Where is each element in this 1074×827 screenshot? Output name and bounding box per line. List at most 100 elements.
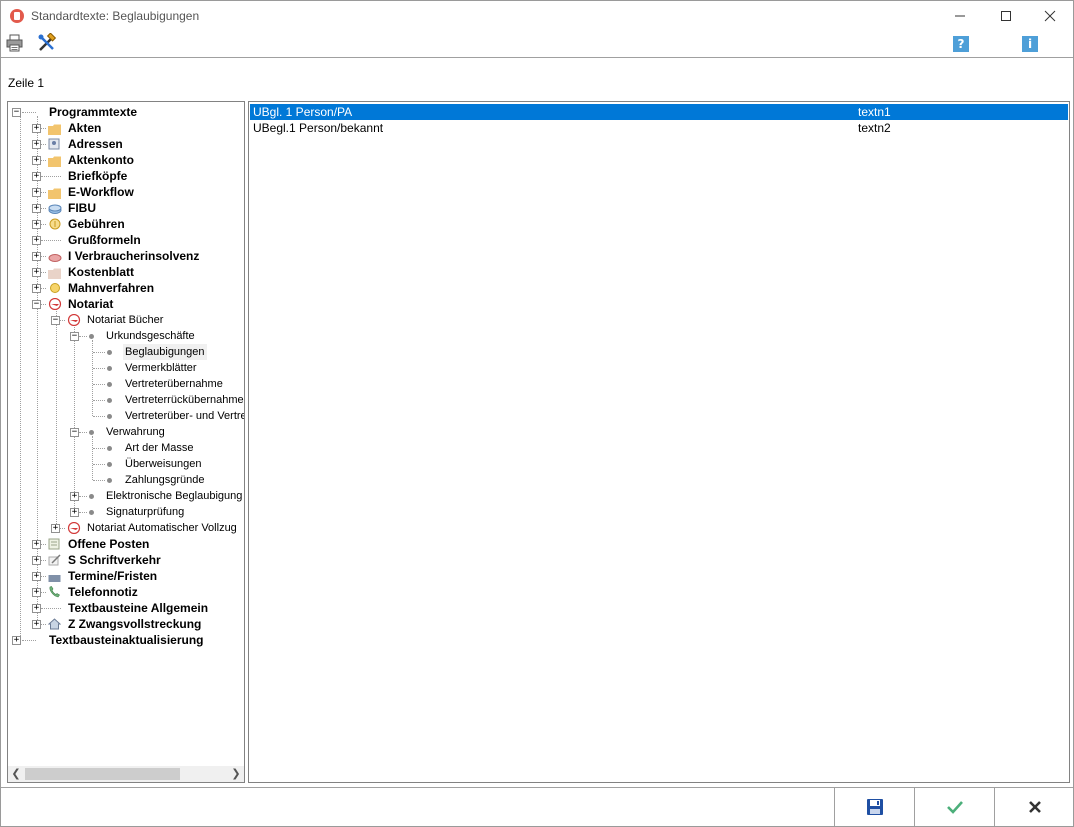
expand-toggle[interactable]: +: [32, 252, 41, 261]
tree-node-zahlungsgruende[interactable]: Zahlungsgründe: [8, 472, 244, 488]
tree-node-e-workflow[interactable]: + E-Workflow: [8, 184, 244, 200]
tree-node-textbausteine-allgemein[interactable]: + Textbausteine Allgemein: [8, 600, 244, 616]
tree-connector: [41, 272, 46, 273]
tree-node-vertreterueber-und-vertret[interactable]: Vertreterüber- und Vertret: [8, 408, 244, 424]
tree-node-label: Mahnverfahren: [68, 281, 155, 295]
tree-horizontal-scrollbar[interactable]: ❮ ❯: [8, 766, 244, 782]
tree-node-notariat[interactable]: − Notariat: [8, 296, 244, 312]
expand-toggle[interactable]: +: [12, 636, 21, 645]
phone-icon: [48, 586, 61, 598]
text-list[interactable]: UBgl. 1 Person/PA textn1 UBegl.1 Person/…: [248, 101, 1070, 783]
minimize-button[interactable]: [937, 1, 983, 31]
expand-toggle[interactable]: +: [32, 556, 41, 565]
expand-toggle[interactable]: +: [32, 588, 41, 597]
scrollbar-thumb[interactable]: [25, 768, 180, 780]
tree-node-label: Beglaubigungen: [123, 344, 207, 360]
category-tree[interactable]: − Programmtexte + Akten + Adressen + Akt…: [7, 101, 245, 783]
tree-node-urkundsgeschaefte[interactable]: − Urkundsgeschäfte: [8, 328, 244, 344]
tree-connector: [41, 624, 46, 625]
tree-connector: [93, 480, 105, 481]
expand-toggle[interactable]: +: [32, 604, 41, 613]
tree-node-mahnverfahren[interactable]: + Mahnverfahren: [8, 280, 244, 296]
tree-node-zwangsvollstreckung[interactable]: + Z Zwangsvollstreckung: [8, 616, 244, 632]
expand-toggle[interactable]: +: [32, 140, 41, 149]
confirm-button[interactable]: [914, 788, 994, 826]
expand-toggle[interactable]: +: [32, 284, 41, 293]
expand-toggle[interactable]: +: [32, 124, 41, 133]
tree-connector: [79, 432, 87, 433]
expand-toggle[interactable]: +: [32, 156, 41, 165]
maximize-button[interactable]: [983, 1, 1029, 31]
tree-node-notariat-automatischer-vollzug[interactable]: + Notariat Automatischer Vollzug: [8, 520, 244, 536]
expand-toggle[interactable]: +: [32, 220, 41, 229]
scroll-right-arrow[interactable]: ❯: [228, 766, 244, 782]
expand-toggle[interactable]: +: [32, 204, 41, 213]
expand-toggle[interactable]: +: [32, 172, 41, 181]
collapse-toggle[interactable]: −: [70, 428, 79, 437]
expand-toggle[interactable]: +: [32, 620, 41, 629]
tree-node-art-der-masse[interactable]: Art der Masse: [8, 440, 244, 456]
close-button[interactable]: [1027, 1, 1073, 31]
expand-toggle[interactable]: +: [51, 524, 60, 533]
tree-node-vermerkblaetter[interactable]: Vermerkblätter: [8, 360, 244, 376]
tree-node-adressen[interactable]: + Adressen: [8, 136, 244, 152]
save-button[interactable]: [834, 788, 914, 826]
tree-node-gebuehren[interactable]: + Gebühren: [8, 216, 244, 232]
tree-node-vertreteruebernahme[interactable]: Vertreterübernahme: [8, 376, 244, 392]
expand-toggle[interactable]: +: [70, 492, 79, 501]
expand-toggle[interactable]: +: [32, 236, 41, 245]
tree-connector: [41, 176, 61, 177]
tree-node-elektronische-beglaubigung[interactable]: + Elektronische Beglaubigung: [8, 488, 244, 504]
bullet-icon: [107, 350, 112, 355]
tree-node-offene-posten[interactable]: + Offene Posten: [8, 536, 244, 552]
tree-node-verwahrung[interactable]: − Verwahrung: [8, 424, 244, 440]
tree-node-label: Aktenkonto: [68, 153, 134, 167]
cancel-button[interactable]: [994, 788, 1074, 826]
save-icon: [866, 799, 883, 815]
tree-node-telefonnotiz[interactable]: + Telefonnotiz: [8, 584, 244, 600]
ledger-icon: [48, 538, 61, 550]
list-item[interactable]: UBgl. 1 Person/PA textn1: [250, 104, 1068, 120]
tree-node-aktenkonto[interactable]: + Aktenkonto: [8, 152, 244, 168]
collapse-toggle[interactable]: −: [32, 300, 41, 309]
tree-node-label: Z Zwangsvollstreckung: [68, 617, 202, 631]
tree-node-briefkoepfe[interactable]: + Briefköpfe: [8, 168, 244, 184]
folder-icon: [48, 267, 61, 279]
collapse-toggle[interactable]: −: [51, 316, 60, 325]
tree-node-signaturpruefung[interactable]: + Signaturprüfung: [8, 504, 244, 520]
tree-node-schriftverkehr[interactable]: + S Schriftverkehr: [8, 552, 244, 568]
expand-toggle[interactable]: +: [32, 540, 41, 549]
expand-toggle[interactable]: +: [32, 188, 41, 197]
tree-node-vertreterrueckuebernahme[interactable]: Vertreterrückübernahme: [8, 392, 244, 408]
tree-node-kostenblatt[interactable]: + Kostenblatt: [8, 264, 244, 280]
tree-connector: [41, 544, 46, 545]
scroll-left-arrow[interactable]: ❮: [8, 766, 24, 782]
tree-node-beglaubigungen[interactable]: Beglaubigungen: [8, 344, 244, 360]
tree-node-verbraucherinsolvenz[interactable]: + I Verbraucherinsolvenz: [8, 248, 244, 264]
tree-connector: [60, 320, 65, 321]
info-icon[interactable]: i: [1022, 36, 1038, 52]
tree-node-akten[interactable]: + Akten: [8, 120, 244, 136]
expand-toggle[interactable]: +: [32, 572, 41, 581]
help-icon[interactable]: ?: [953, 36, 969, 52]
tools-button[interactable]: [37, 32, 57, 53]
tree-node-label: I Verbraucherinsolvenz: [68, 249, 200, 263]
tree-node-label: Vertreterüber- und Vertret: [125, 410, 244, 422]
tree-connector: [93, 352, 105, 353]
tree-node-ueberweisungen[interactable]: Überweisungen: [8, 456, 244, 472]
expand-toggle[interactable]: +: [32, 268, 41, 277]
tree-node-textbausteinaktualisierung[interactable]: + Textbausteinaktualisierung: [8, 632, 244, 648]
tree-node-notariat-buecher[interactable]: − Notariat Bücher: [8, 312, 244, 328]
tree-connector: [93, 400, 105, 401]
collapse-toggle[interactable]: −: [70, 332, 79, 341]
tree-node-programmtexte[interactable]: − Programmtexte: [8, 104, 244, 120]
list-item[interactable]: UBegl.1 Person/bekannt textn2: [250, 120, 1068, 136]
collapse-toggle[interactable]: −: [12, 108, 21, 117]
app-icon: [10, 9, 24, 23]
print-button[interactable]: [5, 33, 25, 53]
expand-toggle[interactable]: +: [70, 508, 79, 517]
tree-node-termine-fristen[interactable]: + Termine/Fristen: [8, 568, 244, 584]
tree-node-label: Notariat Bücher: [87, 314, 164, 326]
tree-node-grussformeln[interactable]: + Grußformeln: [8, 232, 244, 248]
tree-node-fibu[interactable]: + FIBU: [8, 200, 244, 216]
